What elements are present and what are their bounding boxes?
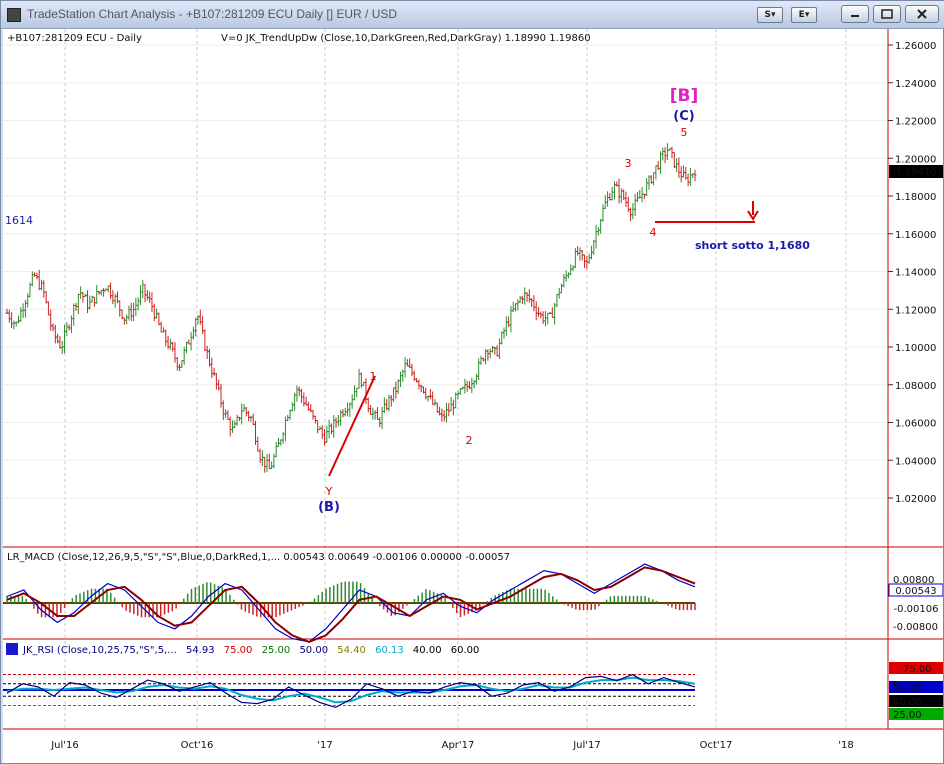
short-note: short sotto 1,1680 bbox=[695, 239, 810, 252]
chart-window: TradeStation Chart Analysis - +B107:2812… bbox=[0, 0, 944, 764]
price-tick-label: 1.06000 bbox=[895, 419, 936, 430]
minimize-button[interactable] bbox=[841, 5, 869, 23]
price-tick-label: 1.20000 bbox=[895, 154, 936, 165]
wave-y-label: Y bbox=[325, 485, 333, 498]
rsi-label-part: 54.93 bbox=[186, 645, 215, 656]
rsi-label-part: 60.13 bbox=[375, 645, 404, 656]
time-label: Apr'17 bbox=[442, 740, 475, 751]
price-tick-label: 1.12000 bbox=[895, 305, 936, 316]
rsi-current-value: 54.93 bbox=[893, 683, 922, 694]
indicator-label: V=0 JK_TrendUpDw (Close,10,DarkGreen,Red… bbox=[221, 33, 591, 44]
symbol-link-label: S bbox=[764, 10, 771, 20]
price-axis[interactable]: 1.26000 1.24000 1.22000 1.20000 1.18000 1.160… bbox=[888, 41, 936, 505]
price-tick-label: 1.08000 bbox=[895, 381, 936, 392]
rsi-75-value: 75.00 bbox=[903, 664, 932, 675]
time-label: Jul'16 bbox=[50, 740, 79, 751]
minimize-icon bbox=[851, 15, 859, 17]
price-tick-label: 1.10000 bbox=[895, 343, 936, 354]
macd-plot bbox=[3, 563, 696, 643]
data-link-button[interactable]: E▾ bbox=[791, 7, 817, 23]
rsi-label-part: 40.00 bbox=[413, 645, 442, 656]
macd-tick-lower: -0.00800 bbox=[893, 622, 938, 633]
rsi-label-part: 25.00 bbox=[262, 645, 291, 656]
rsi-plot bbox=[3, 673, 696, 709]
time-label: Oct'16 bbox=[181, 740, 214, 751]
rsi-label: JK_RSI (Close,10,25,75,"S",5,... 54.93 7… bbox=[22, 645, 479, 656]
price-bars bbox=[5, 143, 697, 473]
app-icon bbox=[7, 8, 21, 22]
price-tick-label: 1.04000 bbox=[895, 456, 936, 467]
price-tick-label: 1.18000 bbox=[895, 192, 936, 203]
rsi-label-part: 54.40 bbox=[337, 645, 366, 656]
wave-5-label: 5 bbox=[681, 126, 688, 139]
price-tick-label: 1.22000 bbox=[895, 117, 936, 128]
price-tick-label: 1.16000 bbox=[895, 230, 936, 241]
rsi-label-part: JK_RSI (Close,10,25,75,"S",5,... bbox=[22, 645, 177, 656]
rsi-40-value: 40.00 bbox=[893, 697, 922, 708]
wave-1-label: 1 bbox=[370, 370, 377, 383]
left-marker-label: 1614 bbox=[5, 214, 33, 227]
rsi-legend-swatch bbox=[6, 643, 18, 655]
wave-c-label: (C) bbox=[673, 109, 694, 124]
rsi-25-value: 25.00 bbox=[893, 710, 922, 721]
wave-big-b-label: [B] bbox=[670, 86, 699, 106]
title-bar[interactable]: TradeStation Chart Analysis - +B107:2812… bbox=[1, 1, 944, 29]
rsi-label-part: 50.00 bbox=[299, 645, 328, 656]
chart-area[interactable]: 1.26000 1.24000 1.22000 1.20000 1.18000 1.160… bbox=[3, 29, 943, 763]
price-tick-label: 1.02000 bbox=[895, 494, 936, 505]
window-title: TradeStation Chart Analysis - +B107:2812… bbox=[27, 7, 398, 21]
macd-hist-value: -0.00106 bbox=[894, 604, 939, 615]
maximize-button[interactable] bbox=[873, 5, 901, 23]
price-tick-label: 1.24000 bbox=[895, 79, 936, 90]
symbol-label: +B107:281209 ECU - Daily bbox=[7, 33, 142, 44]
time-label: '17 bbox=[317, 740, 332, 751]
symbol-link-button[interactable]: S▾ bbox=[757, 7, 783, 23]
last-price: 1.19410 bbox=[895, 167, 936, 178]
data-link-label: E bbox=[798, 10, 805, 20]
wave-4-label: 4 bbox=[650, 226, 657, 239]
rsi-label-part: 60.00 bbox=[451, 645, 480, 656]
grid-lines bbox=[3, 29, 888, 729]
macd-label: LR_MACD (Close,12,26,9,5,"S","S",Blue,0,… bbox=[7, 552, 510, 563]
close-button[interactable] bbox=[905, 5, 939, 23]
time-label: Oct'17 bbox=[700, 740, 733, 751]
wave-3-label: 3 bbox=[625, 157, 632, 170]
macd-value: 0.00543 bbox=[895, 586, 936, 597]
wave-2-label: 2 bbox=[466, 434, 473, 447]
wave-b-label: (B) bbox=[318, 500, 340, 515]
price-tick-label: 1.14000 bbox=[895, 268, 936, 279]
maximize-icon bbox=[881, 9, 893, 19]
time-label: Jul'17 bbox=[572, 740, 601, 751]
chart-canvas[interactable]: 1.26000 1.24000 1.22000 1.20000 1.18000 1.160… bbox=[3, 29, 943, 763]
rsi-label-part: 75.00 bbox=[224, 645, 253, 656]
time-label: '18 bbox=[838, 740, 853, 751]
close-icon bbox=[917, 9, 927, 19]
price-tick-label: 1.26000 bbox=[895, 41, 936, 52]
